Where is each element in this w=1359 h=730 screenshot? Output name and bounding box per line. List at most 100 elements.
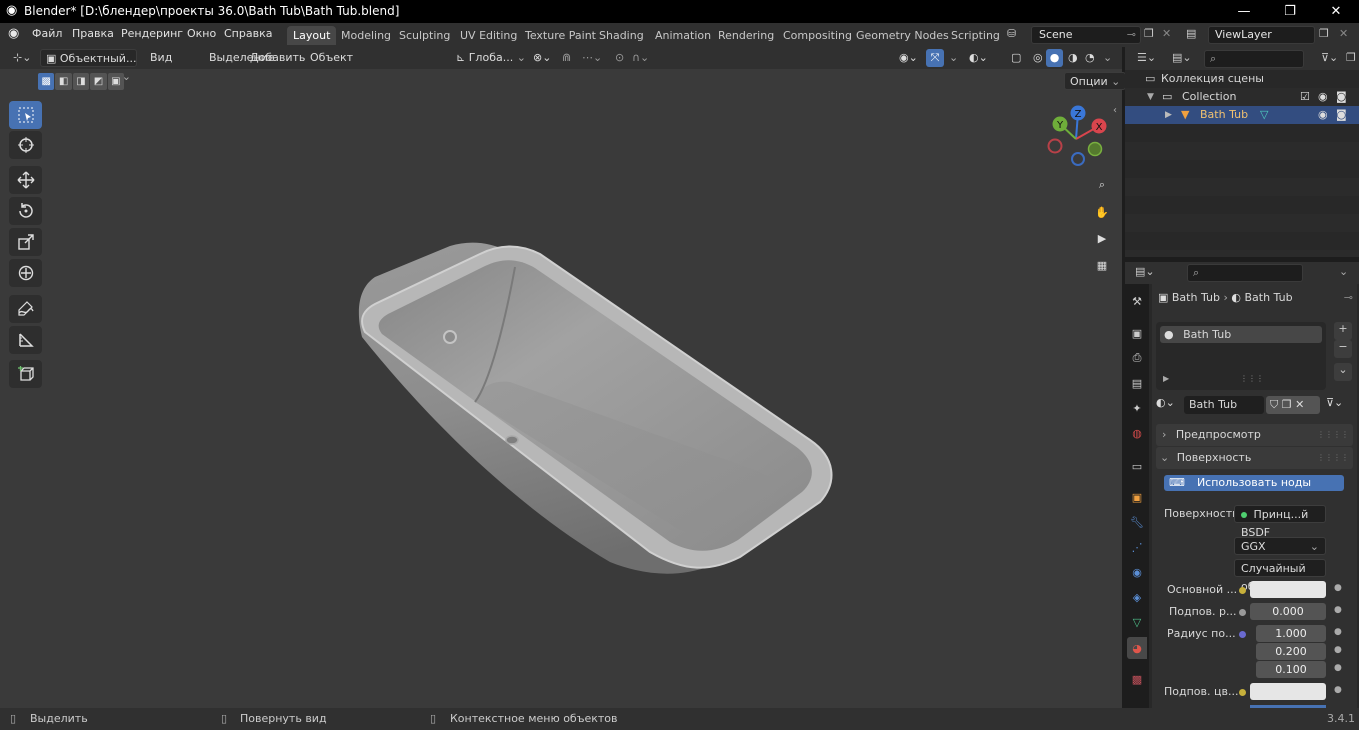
tab-uv-editing[interactable]: UV Editing <box>454 26 523 45</box>
filter-icon[interactable]: ⊽⌄ <box>1321 51 1338 64</box>
cursor-tool-icon[interactable] <box>9 131 42 159</box>
editor-type-icon[interactable]: ⊹⌄ <box>8 49 36 67</box>
bath-tub-model[interactable] <box>340 232 850 582</box>
subsurface-method-dropdown[interactable]: Случайный об...⌄ <box>1234 559 1326 593</box>
falloff-icon[interactable]: ∩⌄ <box>627 49 654 67</box>
expand-arrow-icon[interactable]: ▼ <box>1147 88 1154 106</box>
select-box-tool-icon[interactable] <box>9 101 42 129</box>
gizmo-neg-y-axis[interactable] <box>1087 141 1103 157</box>
output-tab-icon[interactable]: ⎙ <box>1127 347 1147 369</box>
tab-geometry-nodes[interactable]: Geometry Nodes <box>850 26 955 45</box>
perspective-grid-icon[interactable]: ▦ <box>1089 252 1115 278</box>
sidebar-toggle-icon[interactable]: ‹ <box>1113 105 1117 116</box>
minimize-button[interactable]: — <box>1221 0 1267 23</box>
menu-add[interactable]: Добавить <box>245 49 310 67</box>
texture-tab-icon[interactable]: ▩ <box>1127 668 1147 690</box>
outliner-row-collection[interactable]: ▼ ▭ Collection ☑ ◉ ◙ <box>1125 88 1359 106</box>
preview-panel-header[interactable]: › Предпросмотр ⋮⋮⋮⋮ <box>1156 424 1353 446</box>
pivot-point-icon[interactable]: ⊗⌄ <box>528 49 556 67</box>
rotate-tool-icon[interactable] <box>9 197 42 225</box>
add-slot-button[interactable]: + <box>1334 322 1352 340</box>
tab-modeling[interactable]: Modeling <box>335 26 397 45</box>
remove-slot-button[interactable]: − <box>1334 340 1352 358</box>
keyframe-dot-icon[interactable]: ● <box>1334 685 1342 695</box>
radius-z-field[interactable]: 0.100 <box>1256 661 1326 678</box>
view-layer-icon[interactable]: ▤ <box>1186 27 1196 40</box>
xray-icon[interactable]: ▢ <box>1006 49 1026 67</box>
tab-scripting[interactable]: Scripting <box>945 26 1006 45</box>
material-name-field[interactable]: Bath Tub <box>1184 396 1264 414</box>
scale-tool-icon[interactable] <box>9 228 42 256</box>
tab-shading[interactable]: Shading <box>593 26 650 45</box>
subsurface-color-swatch[interactable] <box>1250 683 1326 700</box>
transform-tool-icon[interactable] <box>9 259 42 287</box>
new-scene-icon[interactable]: ❐ <box>1144 27 1154 40</box>
tab-texture-paint[interactable]: Texture Paint <box>519 26 602 45</box>
distribution-dropdown[interactable]: GGX ⌄ <box>1234 537 1326 555</box>
overlays-icon[interactable]: ◐⌄ <box>964 49 993 67</box>
modifiers-tab-icon[interactable]: 🔧︎ <box>1127 511 1147 533</box>
rendered-shading-icon[interactable]: ◔ <box>1080 49 1100 67</box>
select-invert-icon[interactable]: ◩ <box>90 73 107 90</box>
measure-tool-icon[interactable] <box>9 326 42 354</box>
menu-help[interactable]: Справка <box>224 27 272 40</box>
subsurface-value-field[interactable]: 0.000 <box>1250 603 1326 620</box>
3d-viewport[interactable]: ⊹⌄ ▣ Объектный... ⌄ Вид Выделение Добавит… <box>0 47 1127 708</box>
material-tab-icon[interactable]: ◕ <box>1127 637 1147 659</box>
menu-render[interactable]: Рендеринг <box>121 27 183 40</box>
unlink-icon[interactable]: ✕ <box>1295 398 1304 411</box>
properties-editor-icon[interactable]: ▤⌄ <box>1135 265 1155 278</box>
camera-icon[interactable]: ◙ <box>1336 88 1347 106</box>
eye-icon[interactable]: ◉ <box>1318 106 1328 124</box>
properties-search-input[interactable]: ⌕ <box>1187 264 1303 282</box>
keyframe-dot-icon[interactable]: ● <box>1334 627 1342 637</box>
resize-grip-icon[interactable]: ⋮⋮⋮ <box>1240 374 1264 383</box>
material-slot-item[interactable]: ● Bath Tub <box>1160 326 1322 343</box>
view-layer-field[interactable]: ViewLayer <box>1208 26 1315 44</box>
blender-menu-icon[interactable]: ◉ <box>8 26 19 41</box>
options-dropdown[interactable]: Опции ⌄ <box>1064 72 1127 90</box>
transform-orientation-dropdown[interactable]: ⊾ Глоба... ⌄ <box>451 49 526 67</box>
scene-tab-icon[interactable]: ✦ <box>1127 397 1147 419</box>
surface-shader-selector[interactable]: Принц...й BSDF <box>1234 505 1326 539</box>
maximize-button[interactable]: ❐ <box>1267 0 1313 23</box>
render-tab-icon[interactable]: ▣ <box>1127 322 1147 344</box>
annotate-tool-icon[interactable] <box>9 295 42 323</box>
drag-grip-icon[interactable]: ⋮⋮⋮⋮ <box>1317 424 1349 446</box>
scene-name-field[interactable]: Scene ⊸ <box>1031 26 1141 44</box>
select-extend-icon[interactable]: ◧ <box>55 73 72 90</box>
duplicate-icon[interactable]: ❐ <box>1282 398 1292 411</box>
camera-view-icon[interactable]: ▶ <box>1089 225 1115 251</box>
new-collection-icon[interactable]: ❐ <box>1346 51 1356 64</box>
keyframe-dot-icon[interactable]: ● <box>1334 583 1342 593</box>
menu-file[interactable]: Файл <box>32 27 62 40</box>
navigation-gizmo[interactable]: Z X Y <box>1040 103 1112 175</box>
tab-layout[interactable]: Layout <box>287 26 337 45</box>
color-socket-icon[interactable] <box>1239 587 1246 594</box>
shading-options-icon[interactable]: ⌄ <box>1098 49 1117 67</box>
tool-tab-icon[interactable]: ⚒ <box>1127 290 1147 312</box>
menu-view[interactable]: Вид <box>145 49 177 67</box>
expand-arrow-icon[interactable]: ▶ <box>1165 106 1172 124</box>
snap-icon[interactable]: ⋒ <box>557 49 576 67</box>
surface-panel-header[interactable]: ⌄ Поверхность ⋮⋮⋮⋮ <box>1156 447 1353 469</box>
outliner-editor-icon[interactable]: ☰⌄ <box>1137 51 1156 64</box>
color-socket-icon[interactable] <box>1239 689 1246 696</box>
vector-socket-icon[interactable] <box>1239 631 1246 638</box>
select-new-icon[interactable]: ▩ <box>38 73 55 90</box>
slot-menu-button[interactable]: ⌄ <box>1334 363 1352 381</box>
delete-view-layer-icon[interactable]: ✕ <box>1339 27 1348 40</box>
outliner-row-scene-collection[interactable]: ▭ Коллекция сцены <box>1125 70 1359 88</box>
checkbox-icon[interactable]: ☑ <box>1300 88 1310 106</box>
link-type-icon[interactable]: ⊽⌄ <box>1326 396 1343 409</box>
close-window-button[interactable]: ✕ <box>1313 0 1359 23</box>
particles-tab-icon[interactable]: ⋰ <box>1127 536 1147 558</box>
tab-animation[interactable]: Animation <box>649 26 717 45</box>
keyframe-dot-icon[interactable]: ● <box>1334 605 1342 615</box>
eye-icon[interactable]: ◉ <box>1318 88 1328 106</box>
scene-icon[interactable]: ⛁ <box>1007 27 1016 40</box>
solid-shading-icon[interactable]: ● <box>1046 49 1063 67</box>
outliner-search-input[interactable]: ⌕ <box>1204 50 1304 68</box>
tab-sculpting[interactable]: Sculpting <box>393 26 456 45</box>
gizmo-dropdown-icon[interactable]: ⌄ <box>944 49 963 67</box>
